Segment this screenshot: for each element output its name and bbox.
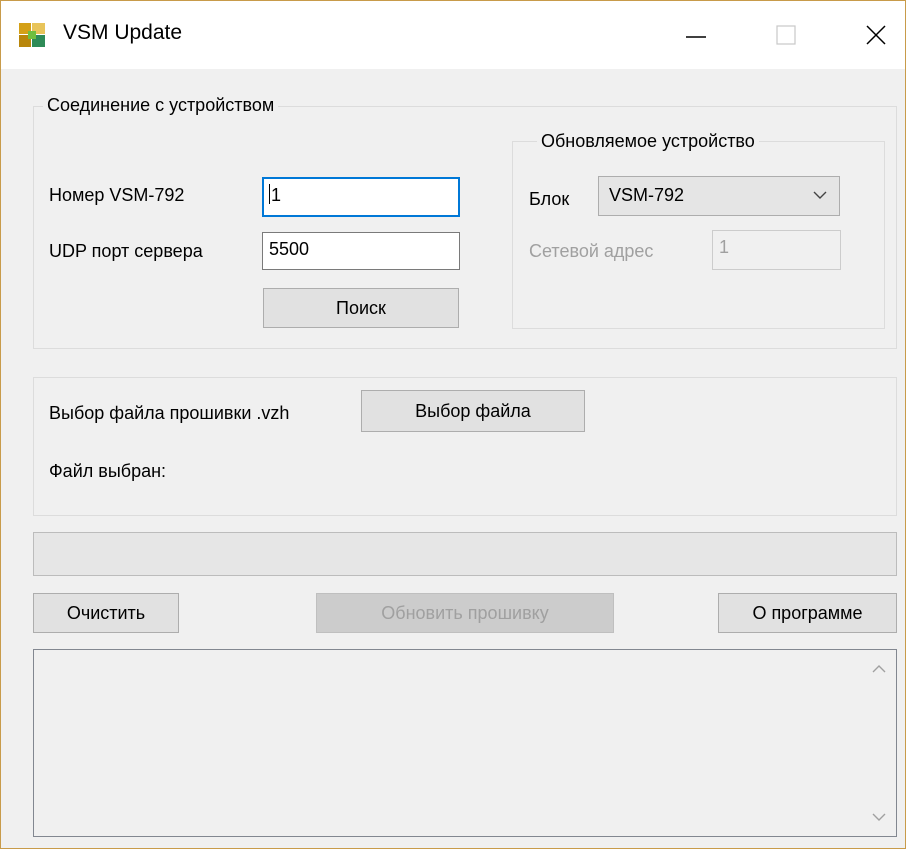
progress-bar [33,532,897,576]
device-group-title: Обновляемое устройство [537,131,759,152]
file-selected-label: Файл выбран: [49,461,167,481]
log-scrollbar[interactable] [862,650,896,836]
minimize-icon [686,36,706,38]
window-title: VSM Update [63,21,183,44]
select-file-button[interactable]: Выбор файла [361,390,585,432]
udp-port-input[interactable]: 5500 [262,232,460,270]
network-address-input: 1 [712,230,841,270]
vsm-update-window: VSM Update Соединение с устройством Номе… [0,0,906,849]
text-caret [269,184,270,204]
network-address-label: Сетевой адрес [529,241,654,261]
vsm-number-label: Номер VSM-792 [49,185,185,205]
minimize-button[interactable] [651,1,741,69]
close-button[interactable] [831,1,906,69]
scroll-up-icon[interactable] [872,664,886,674]
firmware-file-label: Выбор файла прошивки .vzh [49,403,290,423]
log-textarea[interactable] [33,649,897,837]
block-label: Блок [529,189,570,209]
close-icon [866,25,886,45]
maximize-button [741,1,831,69]
vsm-number-input[interactable]: 1 [262,177,460,217]
udp-port-label: UDP порт сервера [49,241,203,261]
search-button[interactable]: Поиск [263,288,459,328]
maximize-icon [776,25,796,45]
vsm-number-value: 1 [271,185,282,205]
block-select-value: VSM-792 [609,185,685,205]
title-bar[interactable]: VSM Update [1,1,905,69]
about-button[interactable]: О программе [718,593,897,633]
scroll-down-icon[interactable] [872,812,886,822]
chevron-down-icon [813,191,827,199]
update-firmware-button: Обновить прошивку [316,593,614,633]
connection-group-title: Соединение с устройством [43,95,279,116]
clear-button[interactable]: Очистить [33,593,179,633]
block-select[interactable]: VSM-792 [598,176,840,216]
vsm-app-icon [19,23,45,47]
